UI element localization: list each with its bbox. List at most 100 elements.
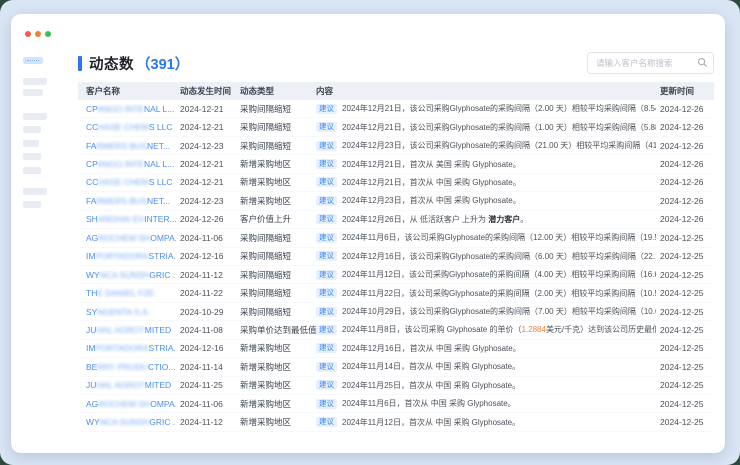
sidebar-item-active[interactable]: [23, 57, 43, 64]
content-cell: 建议2024年10月29日，该公司采购Glyphosate的采购间隔（7.00 …: [316, 306, 656, 317]
update-time-cell: 2024-12-25: [656, 233, 714, 243]
customer-name-prefix: BE: [86, 362, 97, 372]
suggestion-badge: 建议: [316, 399, 337, 409]
customer-name-suffix: MITED: [145, 325, 171, 335]
content-text: 2024年11月12日，首次从 中国 采购 Glyphosate。: [342, 417, 520, 428]
customer-name-redacted: HASE CHEM: [98, 177, 149, 187]
update-time-cell: 2024-12-26: [656, 141, 714, 151]
dynamic-type-cell: 采购间隔缩短: [236, 121, 316, 133]
update-time-cell: 2024-12-25: [656, 325, 714, 335]
content-text: 2024年11月6日，该公司采购Glyphosate的采购间隔（12.00 天）…: [342, 232, 656, 243]
update-time-cell: 2024-12-25: [656, 251, 714, 261]
customer-name-link[interactable]: IMPORTADORASTRIA...: [78, 343, 176, 353]
customer-name-suffix: OMPA...: [150, 233, 176, 243]
customer-name-link[interactable]: CCHASE CHEMS LLC: [78, 177, 176, 187]
content-text: 2024年12月21日，该公司采购Glyphosate的采购间隔（2.00 天）…: [342, 103, 656, 114]
dynamic-type-cell: 采购间隔缩短: [236, 287, 316, 299]
sidebar-item-placeholder[interactable]: [23, 167, 41, 174]
occur-time-cell: 2024-12-16: [176, 343, 236, 353]
customer-name-link[interactable]: FARMERS BUSNET...: [78, 196, 176, 206]
customer-name-link[interactable]: CPANGO INTENAL L...: [78, 104, 176, 114]
app-panel: 动态数 （391） 客户名称 动态发生时间 动态类型 内容 更新: [0, 0, 740, 465]
customer-name-prefix: JU: [86, 325, 96, 335]
suggestion-badge: 建议: [316, 196, 337, 206]
occur-time-cell: 2024-11-06: [176, 233, 236, 243]
customer-name-suffix: CTIO...: [148, 362, 175, 372]
customer-name-link[interactable]: THE DANIEL FZE: [78, 288, 176, 298]
table-row: IMPORTADORASTRIA...2024-12-16采购间隔缩短建议202…: [78, 248, 714, 266]
occur-time-cell: 2024-12-23: [176, 141, 236, 151]
customer-name-link[interactable]: BERRY PRODUCTIO...: [78, 362, 176, 372]
content-cell: 建议2024年12月16日，首次从 中国 采购 Glyphosate。: [316, 343, 656, 354]
customer-name-link[interactable]: IMPORTADORASTRIA...: [78, 251, 176, 261]
customer-name-link[interactable]: JUHAL AGROTMITED: [78, 325, 176, 335]
content-cell: 建议2024年12月21日，首次从 中国 采购 Glyphosate。: [316, 177, 656, 188]
dynamic-type-cell: 新增采购地区: [236, 158, 316, 170]
customer-name-link[interactable]: WYNCA SUNSHGRIC ...: [78, 417, 176, 427]
content-cell: 建议2024年11月22日，该公司采购Glyphosate的采购间隔（2.00 …: [316, 288, 656, 299]
table-row: SYNGENTA S.A.2024-10-29采购间隔缩短建议2024年10月2…: [78, 303, 714, 321]
customer-name-link[interactable]: WYNCA SUNSHGRIC ...: [78, 270, 176, 280]
update-time-cell: 2024-12-26: [656, 177, 714, 187]
customer-name-prefix: AG: [86, 233, 98, 243]
dynamic-type-cell: 采购间隔缩短: [236, 269, 316, 281]
customer-name-suffix: GRIC ...: [149, 270, 176, 280]
content-cell: 建议2024年12月23日，首次从 中国 采购 Glyphosate。: [316, 195, 656, 206]
dynamic-type-cell: 新增采购地区: [236, 398, 316, 410]
content-text: 2024年12月21日，该公司采购Glyphosate的采购间隔（1.00 天）…: [342, 122, 656, 133]
customer-name-redacted: HASE CHEM: [98, 122, 149, 132]
occur-time-cell: 2024-11-08: [176, 325, 236, 335]
customer-name-link[interactable]: JUHAL AGROTMITED: [78, 380, 176, 390]
sidebar-item-placeholder[interactable]: [23, 113, 47, 120]
customer-name-link[interactable]: AGROCHEM SHOMPA...: [78, 233, 176, 243]
content-cell: 建议2024年12月16日，该公司采购Glyphosate的采购间隔（6.00 …: [316, 251, 656, 262]
dynamics-table: 客户名称 动态发生时间 动态类型 内容 更新时间 CPANGO INTENAL …: [78, 82, 714, 432]
sidebar-item-placeholder[interactable]: [23, 153, 41, 160]
customer-name-link[interactable]: SHANGHAI EVINTER...: [78, 214, 176, 224]
suggestion-badge: 建议: [316, 104, 337, 114]
sidebar-item-placeholder[interactable]: [23, 201, 41, 208]
customer-name-prefix: SH: [86, 214, 98, 224]
customer-name-suffix: STRIA...: [149, 251, 176, 261]
occur-time-cell: 2024-12-26: [176, 214, 236, 224]
content-cell: 建议2024年11月14日，首次从 中国 采购 Glyphosate。: [316, 361, 656, 372]
content-text: 2024年12月16日，首次从 中国 采购 Glyphosate。: [342, 343, 521, 354]
content-text: 2024年12月26日，从 低活跃客户 上升为 潜力客户。: [342, 214, 528, 225]
customer-name-link[interactable]: SYNGENTA S.A.: [78, 307, 176, 317]
customer-name-link[interactable]: AGROCHEM SHOMPA...: [78, 399, 176, 409]
table-row: AGROCHEM SHOMPA...2024-11-06采购间隔缩短建议2024…: [78, 229, 714, 247]
content-text: 2024年11月8日，该公司采购 Glyphosate 的单价（1.2884美元…: [342, 324, 656, 335]
page-title-count: （391）: [136, 53, 189, 74]
occur-time-cell: 2024-11-14: [176, 362, 236, 372]
customer-name-link[interactable]: CPANGO INTENAL L...: [78, 159, 176, 169]
content-text: 2024年11月25日，首次从 中国 采购 Glyphosate。: [342, 380, 520, 391]
customer-name-link[interactable]: CCHASE CHEMS LLC: [78, 122, 176, 132]
customer-name-suffix: S LLC: [149, 177, 173, 187]
content-cell: 建议2024年11月12日，首次从 中国 采购 Glyphosate。: [316, 417, 656, 428]
sidebar-item-placeholder[interactable]: [23, 188, 47, 195]
customer-name-suffix: MITED: [145, 380, 171, 390]
sidebar-item-placeholder[interactable]: [23, 78, 47, 85]
customer-name-redacted: HAL AGROT: [96, 380, 144, 390]
suggestion-badge: 建议: [316, 233, 337, 243]
customer-name-suffix: OMPA...: [150, 399, 176, 409]
occur-time-cell: 2024-10-29: [176, 307, 236, 317]
sidebar-item-placeholder[interactable]: [23, 140, 39, 147]
column-header-update-time: 更新时间: [656, 85, 714, 97]
search-input[interactable]: [587, 52, 714, 74]
customer-name-suffix: NET...: [147, 196, 170, 206]
occur-time-cell: 2024-11-12: [176, 417, 236, 427]
occur-time-cell: 2024-11-22: [176, 288, 236, 298]
content-cell: 建议2024年11月6日，首次从 中国 采购 Glyphosate。: [316, 398, 656, 409]
customer-name-link[interactable]: FARMERS BUSNET...: [78, 141, 176, 151]
search-icon[interactable]: [697, 57, 708, 68]
table-row: CPANGO INTENAL L...2024-12-21采购间隔缩短建议202…: [78, 100, 714, 118]
customer-name-prefix: FA: [86, 196, 96, 206]
sidebar-item-placeholder[interactable]: [23, 126, 41, 133]
customer-name-prefix: CC: [86, 177, 98, 187]
customer-name-suffix: NET...: [147, 141, 170, 151]
dynamic-type-cell: 客户价值上升: [236, 213, 316, 225]
dynamic-type-cell: 采购间隔缩短: [236, 306, 316, 318]
sidebar-item-placeholder[interactable]: [23, 89, 43, 96]
occur-time-cell: 2024-12-23: [176, 196, 236, 206]
